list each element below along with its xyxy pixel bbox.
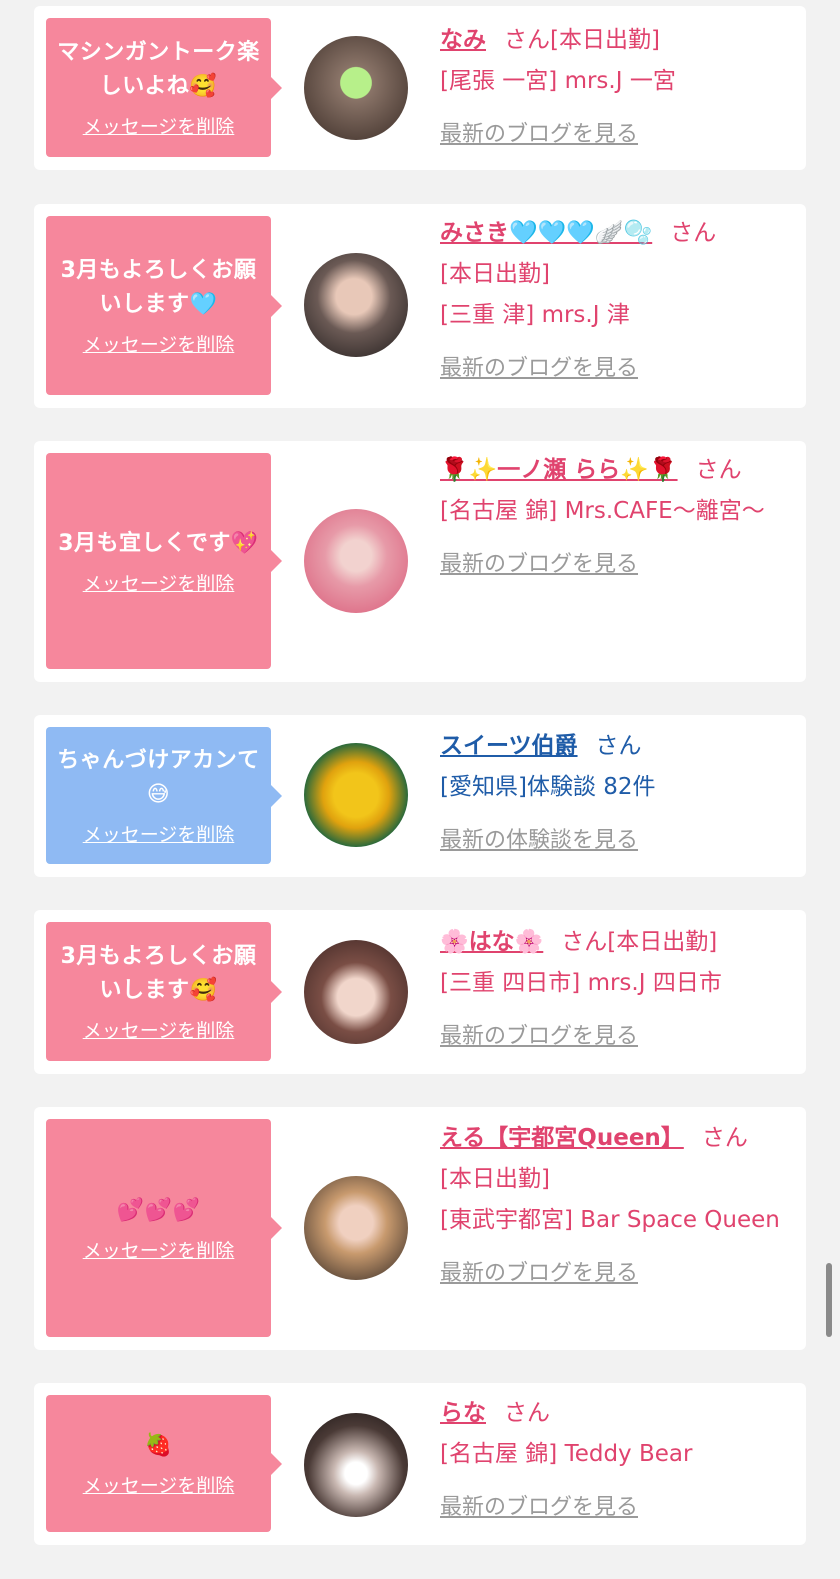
- honorific: さん: [595, 733, 642, 759]
- profile-name-link[interactable]: らな: [440, 1400, 486, 1426]
- honorific: さん: [504, 27, 550, 53]
- favorite-card: 3月もよろしくお願いします🥰 メッセージを削除 🌸はな🌸 さん[本日出勤] [三重…: [34, 910, 806, 1074]
- message-bubble: 🍓 メッセージを削除: [46, 1395, 282, 1532]
- avatar[interactable]: [304, 36, 408, 140]
- honorific: さん: [701, 1125, 748, 1151]
- delete-message-link[interactable]: メッセージを削除: [83, 569, 235, 596]
- message-text: ちゃんづけアカンて😅: [57, 748, 260, 807]
- avatar[interactable]: [304, 253, 408, 357]
- message-bubble: 3月もよろしくお願いします🥰 メッセージを削除: [46, 922, 282, 1061]
- latest-blog-link[interactable]: 最新のブログを見る: [440, 348, 638, 389]
- favorite-card: マシンガントーク楽しいよね🥰 メッセージを削除 なみ さん[本日出勤] [尾張 一…: [34, 6, 806, 170]
- message-text: マシンガントーク楽しいよね🥰: [57, 40, 260, 99]
- review-count: [愛知県]体験談 82件: [440, 774, 656, 800]
- latest-blog-link[interactable]: 最新のブログを見る: [440, 1016, 638, 1057]
- shop-location: [東武宇都宮] Bar Space Queen: [440, 1207, 780, 1233]
- favorite-card: 3月も宜しくです💖 メッセージを削除 🌹✨一ノ瀬 らら✨🌹 さん [名古屋 錦] …: [34, 441, 806, 682]
- avatar[interactable]: [304, 940, 408, 1044]
- delete-message-link[interactable]: メッセージを削除: [83, 330, 235, 357]
- profile-name-link[interactable]: スイーツ伯爵: [440, 733, 578, 759]
- delete-message-link[interactable]: メッセージを削除: [83, 1016, 235, 1043]
- honorific: さん: [670, 220, 717, 246]
- favorite-card: 3月もよろしくお願いします🩵 メッセージを削除 みさき🩵🩵🩵🪽🫧 さん [本日出勤…: [34, 204, 806, 408]
- shop-location: [三重 津] mrs.J 津: [440, 302, 630, 328]
- delete-message-link[interactable]: メッセージを削除: [83, 112, 235, 139]
- favorite-card: 🍓 メッセージを削除 らな さん [名古屋 錦] Teddy Bear 最新のブロ…: [34, 1383, 806, 1545]
- message-text: 3月もよろしくお願いします🥰: [60, 944, 257, 1003]
- latest-blog-link[interactable]: 最新のブログを見る: [440, 544, 638, 585]
- avatar[interactable]: [304, 1413, 408, 1517]
- profile-info: みさき🩵🩵🩵🪽🫧 さん [本日出勤] [三重 津] mrs.J 津 最新のブログを…: [440, 213, 796, 389]
- latest-blog-link[interactable]: 最新のブログを見る: [440, 114, 638, 155]
- message-bubble: 3月も宜しくです💖 メッセージを削除: [46, 453, 282, 669]
- profile-info: 🌸はな🌸 さん[本日出勤] [三重 四日市] mrs.J 四日市 最新のブログを見…: [440, 922, 796, 1057]
- profile-name-link[interactable]: 🌸はな🌸: [440, 929, 543, 955]
- favorite-card: ちゃんづけアカンて😅 メッセージを削除 スイーツ伯爵 さん [愛知県]体験談 82…: [34, 715, 806, 877]
- latest-blog-link[interactable]: 最新のブログを見る: [440, 1487, 638, 1528]
- delete-message-link[interactable]: メッセージを削除: [83, 820, 235, 847]
- profile-name-link[interactable]: みさき🩵🩵🩵🪽🫧: [440, 220, 652, 246]
- honorific: さん: [695, 457, 742, 483]
- message-text: 3月も宜しくです💖: [58, 530, 259, 556]
- status-badge: [本日出勤]: [550, 27, 660, 53]
- favorite-card: 💕💕💕 メッセージを削除 える【宇都宮Queen】 さん [本日出勤] [東武宇都…: [34, 1107, 806, 1350]
- latest-review-link[interactable]: 最新の体験談を見る: [440, 820, 638, 861]
- profile-name-link[interactable]: なみ: [440, 27, 486, 53]
- scrollbar[interactable]: [826, 1263, 832, 1337]
- message-bubble: 3月もよろしくお願いします🩵 メッセージを削除: [46, 216, 282, 395]
- message-text: 💕💕💕: [116, 1197, 201, 1223]
- avatar[interactable]: [304, 743, 408, 847]
- shop-location: [三重 四日市] mrs.J 四日市: [440, 970, 722, 996]
- shop-location: [尾張 一宮] mrs.J 一宮: [440, 68, 676, 94]
- message-bubble: 💕💕💕 メッセージを削除: [46, 1119, 282, 1337]
- profile-name-link[interactable]: 🌹✨一ノ瀬 らら✨🌹: [440, 457, 678, 483]
- avatar[interactable]: [304, 509, 408, 613]
- shop-location: [名古屋 錦] Teddy Bear: [440, 1441, 693, 1467]
- avatar[interactable]: [304, 1176, 408, 1280]
- delete-message-link[interactable]: メッセージを削除: [83, 1236, 235, 1263]
- status-badge: [本日出勤]: [440, 1166, 550, 1192]
- profile-name-link[interactable]: える【宇都宮Queen】: [440, 1125, 684, 1151]
- message-bubble: マシンガントーク楽しいよね🥰 メッセージを削除: [46, 18, 282, 157]
- profile-info: える【宇都宮Queen】 さん [本日出勤] [東武宇都宮] Bar Space …: [440, 1118, 796, 1294]
- profile-info: スイーツ伯爵 さん [愛知県]体験談 82件 最新の体験談を見る: [440, 726, 796, 861]
- delete-message-link[interactable]: メッセージを削除: [83, 1471, 235, 1498]
- honorific: さん: [504, 1400, 550, 1426]
- message-text: 🍓: [144, 1433, 173, 1458]
- message-bubble: ちゃんづけアカンて😅 メッセージを削除: [46, 727, 282, 864]
- shop-location: [名古屋 錦] Mrs.CAFE～離宮～: [440, 498, 765, 524]
- status-badge: [本日出勤]: [607, 929, 718, 955]
- honorific: さん: [561, 929, 608, 955]
- profile-info: なみ さん[本日出勤] [尾張 一宮] mrs.J 一宮 最新のブログを見る: [440, 20, 796, 155]
- profile-info: らな さん [名古屋 錦] Teddy Bear 最新のブログを見る: [440, 1393, 796, 1528]
- latest-blog-link[interactable]: 最新のブログを見る: [440, 1253, 638, 1294]
- message-text: 3月もよろしくお願いします🩵: [60, 258, 257, 317]
- status-badge: [本日出勤]: [440, 261, 550, 287]
- profile-info: 🌹✨一ノ瀬 らら✨🌹 さん [名古屋 錦] Mrs.CAFE～離宮～ 最新のブログ…: [440, 450, 796, 585]
